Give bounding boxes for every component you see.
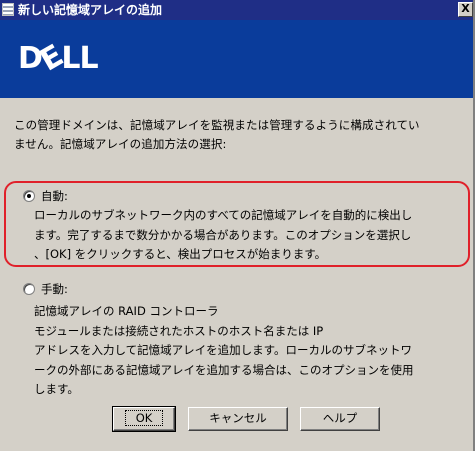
- description-line: モジュールまたは接続されたホストのホスト名または IP: [34, 323, 324, 338]
- description-line: します。: [34, 382, 79, 396]
- intro-line: この管理ドメインは、記憶域アレイを監視または管理するように構成されてい: [14, 118, 420, 132]
- ok-button[interactable]: OK: [112, 406, 176, 432]
- title-bar[interactable]: 新しい記憶域アレイの追加 X: [0, 0, 473, 20]
- intro-line: ません。記憶域アレイの追加方法の選択:: [14, 137, 227, 151]
- description-line: 記憶域アレイの RAID コントローラ: [34, 304, 219, 318]
- window-icon: [2, 3, 14, 16]
- cancel-button[interactable]: キャンセル: [188, 407, 288, 431]
- manual-option-description: 記憶域アレイの RAID コントローラ モジュールまたは接続されたホストのホスト…: [34, 302, 414, 400]
- window-title: 新しい記憶域アレイの追加: [18, 3, 163, 17]
- manual-radio-button[interactable]: [23, 283, 35, 295]
- auto-radio-button[interactable]: [23, 190, 35, 202]
- description-line: 、[OK] をクリックすると、検出プロセスが始まります。: [34, 247, 327, 261]
- auto-option-label[interactable]: 自動:: [41, 188, 68, 204]
- description-line: ます。完了するまで数分かかる場合があります。このオプションを選択し: [34, 227, 412, 242]
- description-line: アドレスを入力して記憶域アレイを追加します。ローカルのサブネットワ: [34, 343, 413, 357]
- manual-option-label[interactable]: 手動:: [41, 281, 68, 297]
- description-line: ークの外部にある記憶域アレイを追加する場合は、このオプションを使用: [34, 362, 414, 377]
- logo-letters-ll: LL: [61, 41, 98, 76]
- help-button[interactable]: ヘルプ: [300, 407, 380, 431]
- ok-button-label: OK: [124, 410, 164, 426]
- dell-banner: DELL: [0, 20, 473, 98]
- intro-text: この管理ドメインは、記憶域アレイを監視または管理するように構成されてい ません。…: [14, 116, 464, 154]
- add-storage-array-dialog: 新しい記憶域アレイの追加 X DELL この管理ドメインは、記憶域アレイを監視ま…: [0, 0, 475, 451]
- close-button[interactable]: X: [458, 2, 473, 17]
- auto-option-description: ローカルのサブネットワーク内のすべての記憶域アレイを自動的に検出し ます。完了す…: [34, 206, 412, 265]
- description-line: ローカルのサブネットワーク内のすべての記憶域アレイを自動的に検出し: [34, 208, 413, 222]
- dell-logo: DELL: [18, 39, 99, 79]
